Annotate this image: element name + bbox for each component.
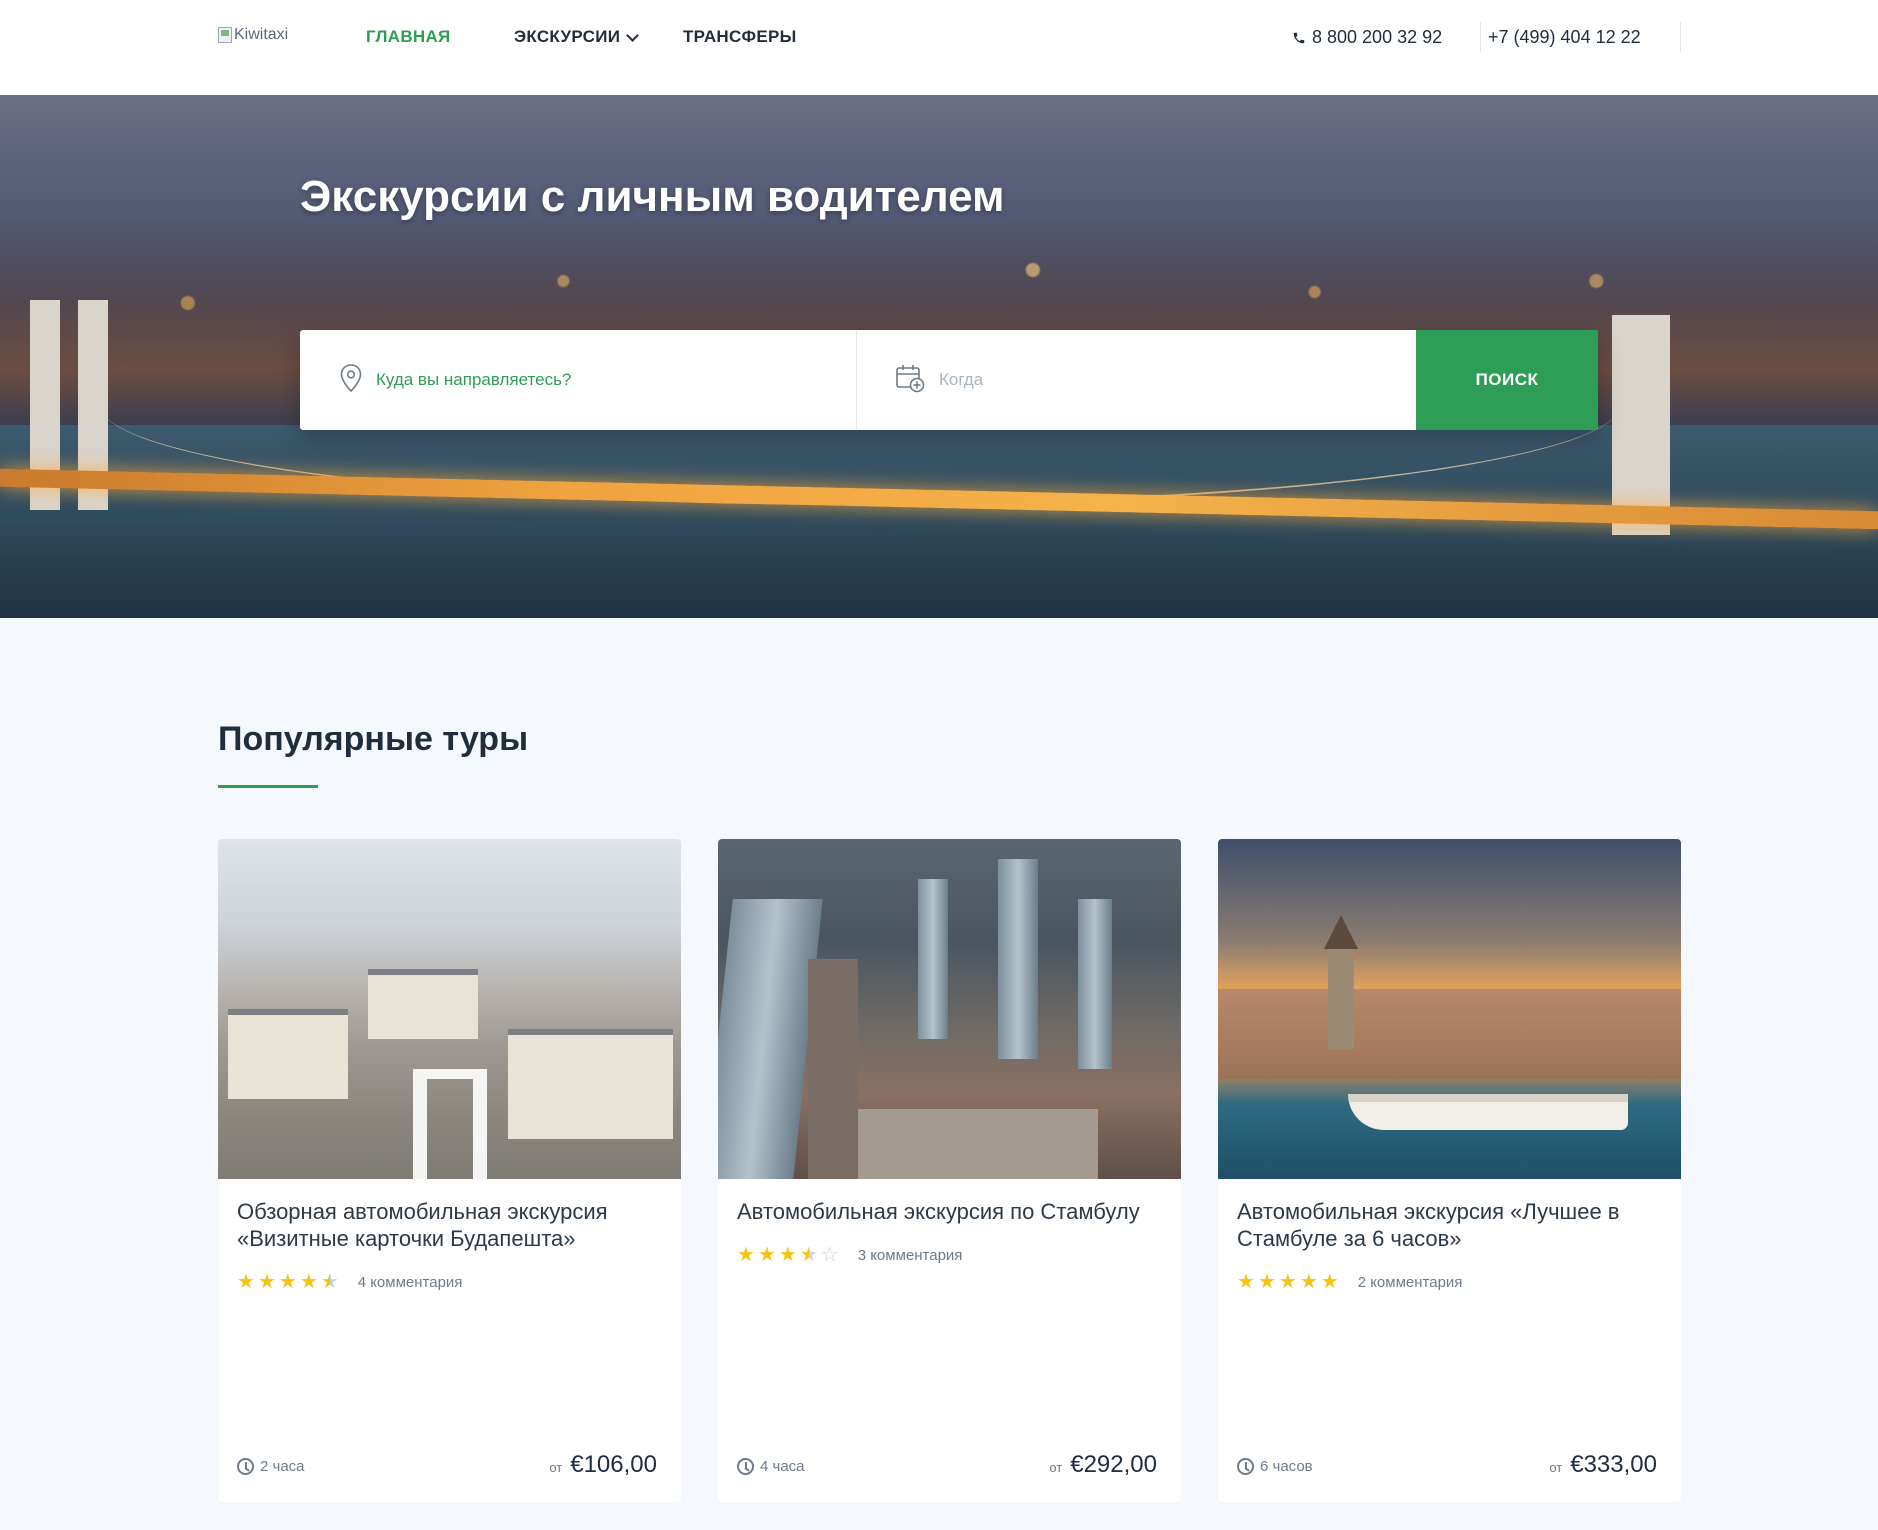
location-pin-icon <box>340 363 362 397</box>
star-icon: ★ <box>257 1271 276 1293</box>
hero-title: Экскурсии с личным водителем <box>300 172 1005 221</box>
logo-image-icon <box>218 27 232 43</box>
hero-banner: Экскурсии с личным водителем ПОИСК <box>0 95 1878 618</box>
nav-item-transfers[interactable]: ТРАНСФЕРЫ <box>683 27 797 47</box>
duration-text: 4 часа <box>760 1458 805 1475</box>
section-title: Популярные туры <box>218 720 529 758</box>
star-icon: ★ <box>1237 1271 1255 1293</box>
duration-text: 6 часов <box>1260 1458 1313 1475</box>
phone-divider <box>1480 22 1481 52</box>
tour-price: от €292,00 <box>1049 1451 1157 1479</box>
comments-count[interactable]: 3 комментария <box>858 1247 963 1264</box>
calendar-add-icon <box>895 363 925 398</box>
price-prefix: от <box>1049 1460 1063 1475</box>
tour-title[interactable]: Автомобильная экскурсия по Стамбулу <box>737 1198 1162 1225</box>
tour-card[interactable]: Обзорная автомобильная экскурсия «Визитн… <box>218 839 681 1502</box>
price-amount: €292,00 <box>1070 1451 1157 1478</box>
price-amount: €106,00 <box>570 1451 657 1478</box>
nav-item-label: ГЛАВНАЯ <box>366 27 451 46</box>
chevron-down-icon <box>626 28 640 42</box>
tour-rating: ★ ★ ★ ★ ☆ 3 комментария <box>737 1245 962 1265</box>
destination-input[interactable] <box>376 370 756 390</box>
hero-bridge-tower <box>1640 315 1670 535</box>
tour-rating: ★ ★ ★ ★ ★ 2 комментария <box>1237 1272 1462 1292</box>
clock-icon <box>737 1458 754 1475</box>
tour-duration: 2 часа <box>237 1458 305 1475</box>
tour-price: от €106,00 <box>549 1451 657 1479</box>
clock-icon <box>237 1458 254 1475</box>
star-icon: ★ <box>237 1271 255 1293</box>
tour-photo <box>718 839 1181 1179</box>
phone-number: 8 800 200 32 92 <box>1312 27 1443 47</box>
tour-rating: ★ ★ ★ ★ ★ 4 комментария <box>237 1272 462 1292</box>
star-icon: ★ <box>1320 1271 1339 1293</box>
star-icon: ★ <box>299 1271 318 1293</box>
phone-number: +7 (499) 404 12 22 <box>1488 27 1641 47</box>
nav-item-label: ТРАНСФЕРЫ <box>683 27 797 46</box>
star-half-icon: ★ <box>320 1271 339 1293</box>
clock-icon <box>1237 1458 1254 1475</box>
search-button[interactable]: ПОИСК <box>1416 330 1598 430</box>
tour-title[interactable]: Обзорная автомобильная экскурсия «Визитн… <box>237 1198 662 1252</box>
star-icon: ★ <box>757 1244 776 1266</box>
star-half-icon: ★ <box>799 1244 818 1266</box>
star-icon: ★ <box>737 1244 755 1266</box>
nav-item-home[interactable]: ГЛАВНАЯ <box>366 27 451 47</box>
nav-item-excursions[interactable]: ЭКСКУРСИИ <box>514 27 640 47</box>
tour-price: от €333,00 <box>1549 1451 1657 1479</box>
price-prefix: от <box>1549 1460 1563 1475</box>
star-icon: ★ <box>278 1271 297 1293</box>
search-form: ПОИСК <box>300 330 1598 430</box>
date-field <box>857 330 1416 430</box>
tour-duration: 4 часа <box>737 1458 805 1475</box>
section-underline <box>218 785 318 788</box>
hero-bridge-tower <box>1612 315 1642 535</box>
tour-photo <box>218 839 681 1179</box>
star-empty-icon: ☆ <box>820 1244 839 1266</box>
tour-duration: 6 часов <box>1237 1458 1313 1475</box>
phone-link-moscow[interactable]: +7 (499) 404 12 22 <box>1488 27 1641 48</box>
nav-item-label: ЭКСКУРСИИ <box>514 27 621 46</box>
star-icon: ★ <box>778 1244 797 1266</box>
star-icon: ★ <box>1257 1271 1276 1293</box>
star-icon: ★ <box>1299 1271 1318 1293</box>
tour-photo <box>1218 839 1681 1179</box>
star-icon: ★ <box>1278 1271 1297 1293</box>
logo-alt-text: Kiwitaxi <box>234 26 289 43</box>
phone-link-free[interactable]: 8 800 200 32 92 <box>1292 27 1442 48</box>
comments-count[interactable]: 4 комментария <box>358 1274 463 1291</box>
tour-card[interactable]: Автомобильная экскурсия «Лучшее в Стамбу… <box>1218 839 1681 1502</box>
tour-card[interactable]: Автомобильная экскурсия по Стамбулу ★ ★ … <box>718 839 1181 1502</box>
date-input[interactable] <box>939 370 1319 390</box>
logo-link[interactable]: Kiwitaxi <box>218 26 288 44</box>
site-header: Kiwitaxi ГЛАВНАЯ ЭКСКУРСИИ ТРАНСФЕРЫ 8 8… <box>0 0 1878 95</box>
tour-title[interactable]: Автомобильная экскурсия «Лучшее в Стамбу… <box>1237 1198 1662 1252</box>
comments-count[interactable]: 2 комментария <box>1358 1274 1463 1291</box>
phone-icon <box>1292 31 1306 45</box>
price-prefix: от <box>549 1460 563 1475</box>
price-amount: €333,00 <box>1570 1451 1657 1478</box>
phone-divider <box>1680 22 1681 52</box>
destination-field <box>300 330 857 430</box>
duration-text: 2 часа <box>260 1458 305 1475</box>
